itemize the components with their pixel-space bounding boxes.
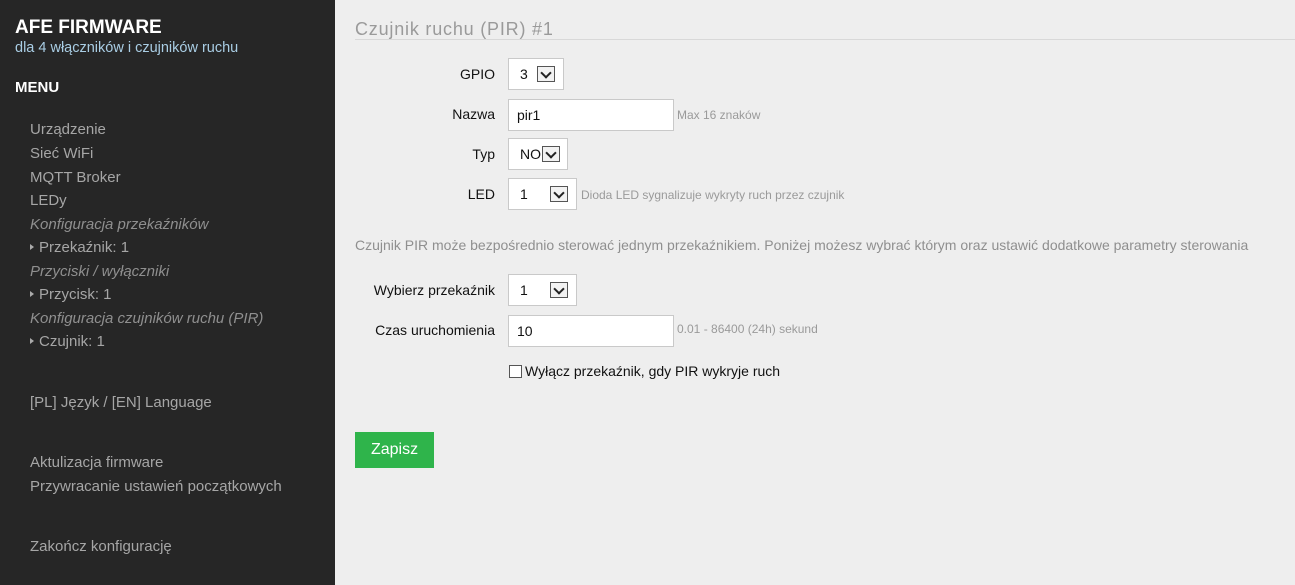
led-label: LED xyxy=(467,186,495,202)
sidebar-item-mqtt[interactable]: MQTT Broker xyxy=(30,169,121,186)
led-hint: Dioda LED sygnalizuje wykryty ruch przez… xyxy=(581,188,845,202)
sidebar-item-wifi[interactable]: Sieć WiFi xyxy=(30,145,93,162)
sidebar-item-sensor-1[interactable]: Czujnik: 1 xyxy=(30,333,105,350)
sidebar-item-label: [PL] Język / [EN] Language xyxy=(30,394,212,411)
sidebar-item-label: Zakończ konfigurację xyxy=(30,538,172,555)
sidebar-section-relays: Konfiguracja przekaźników xyxy=(30,216,209,233)
led-select[interactable]: 1 xyxy=(508,178,577,210)
sidebar-item-label: LEDy xyxy=(30,192,67,209)
sidebar-item-factory-reset[interactable]: Przywracanie ustawień początkowych xyxy=(30,478,282,495)
relay-select[interactable]: 1 xyxy=(508,274,577,306)
sidebar-section-buttons: Przyciski / wyłączniki xyxy=(30,263,170,280)
name-input[interactable]: pir1 xyxy=(508,99,674,131)
triangle-right-icon xyxy=(30,338,34,344)
main-content: Czujnik ruchu (PIR) #1 GPIO 3 Nazwa pir1… xyxy=(335,0,1295,585)
brand-subtitle: dla 4 włączników i czujników ruchu xyxy=(15,40,239,56)
sidebar-item-label: Urządzenie xyxy=(30,121,106,138)
relay-info-text: Czujnik PIR może bezpośrednio sterować j… xyxy=(355,237,1249,253)
sidebar-item-label: Sieć WiFi xyxy=(30,145,94,162)
sidebar-item-language[interactable]: [PL] Język / [EN] Language xyxy=(30,394,212,411)
duration-input[interactable]: 10 xyxy=(508,315,674,347)
sidebar-item-label: MQTT Broker xyxy=(30,169,121,186)
title-divider xyxy=(355,39,1295,40)
relay-select-value: 1 xyxy=(520,282,528,298)
triangle-right-icon xyxy=(30,291,34,297)
gpio-select[interactable]: 3 xyxy=(508,58,564,90)
chevron-down-icon xyxy=(537,66,555,82)
sidebar-item-firmware-update[interactable]: Aktulizacja firmware xyxy=(30,454,163,471)
type-select[interactable]: NO xyxy=(508,138,568,170)
duration-hint: 0.01 - 86400 (24h) sekund xyxy=(677,322,818,336)
sidebar-item-label: Aktulizacja firmware xyxy=(30,454,164,471)
type-select-value: NO xyxy=(520,146,541,162)
sidebar-item-label: Przekaźnik: 1 xyxy=(39,239,130,256)
disable-relay-checkbox[interactable] xyxy=(509,365,522,378)
sidebar-item-finish-config[interactable]: Zakończ konfigurację xyxy=(30,538,172,555)
brand-title: AFE FIRMWARE xyxy=(15,17,162,38)
page-title: Czujnik ruchu (PIR) #1 xyxy=(355,19,554,39)
save-button[interactable]: Zapisz xyxy=(355,432,434,468)
sidebar-item-device[interactable]: Urządzenie xyxy=(30,121,106,138)
chevron-down-icon xyxy=(550,282,568,298)
sidebar-item-button-1[interactable]: Przycisk: 1 xyxy=(30,286,112,303)
sidebar-item-label: Przycisk: 1 xyxy=(39,286,112,303)
sidebar-item-leds[interactable]: LEDy xyxy=(30,192,67,209)
menu-title: MENU xyxy=(15,79,60,96)
gpio-select-value: 3 xyxy=(520,66,528,82)
sidebar-item-relay-1[interactable]: Przekaźnik: 1 xyxy=(30,239,129,256)
sidebar-item-label: Przywracanie ustawień początkowych xyxy=(30,478,282,495)
sidebar-item-label: Czujnik: 1 xyxy=(39,333,105,350)
relay-label: Wybierz przekaźnik xyxy=(373,282,495,298)
disable-relay-checkbox-label: Wyłącz przekaźnik, gdy PIR wykryje ruch xyxy=(525,363,781,379)
triangle-right-icon xyxy=(30,244,34,250)
type-label: Typ xyxy=(472,146,495,162)
disable-relay-option[interactable]: Wyłącz przekaźnik, gdy PIR wykryje ruch xyxy=(509,363,780,379)
sidebar-section-pir: Konfiguracja czujników ruchu (PIR) xyxy=(30,310,264,327)
gpio-label: GPIO xyxy=(459,66,495,82)
chevron-down-icon xyxy=(542,146,560,162)
sidebar: AFE FIRMWARE dla 4 włączników i czujnikó… xyxy=(0,0,335,585)
name-label: Nazwa xyxy=(452,106,495,122)
chevron-down-icon xyxy=(550,186,568,202)
duration-label: Czas uruchomienia xyxy=(375,322,495,338)
name-hint: Max 16 znaków xyxy=(677,108,761,122)
led-select-value: 1 xyxy=(520,186,528,202)
